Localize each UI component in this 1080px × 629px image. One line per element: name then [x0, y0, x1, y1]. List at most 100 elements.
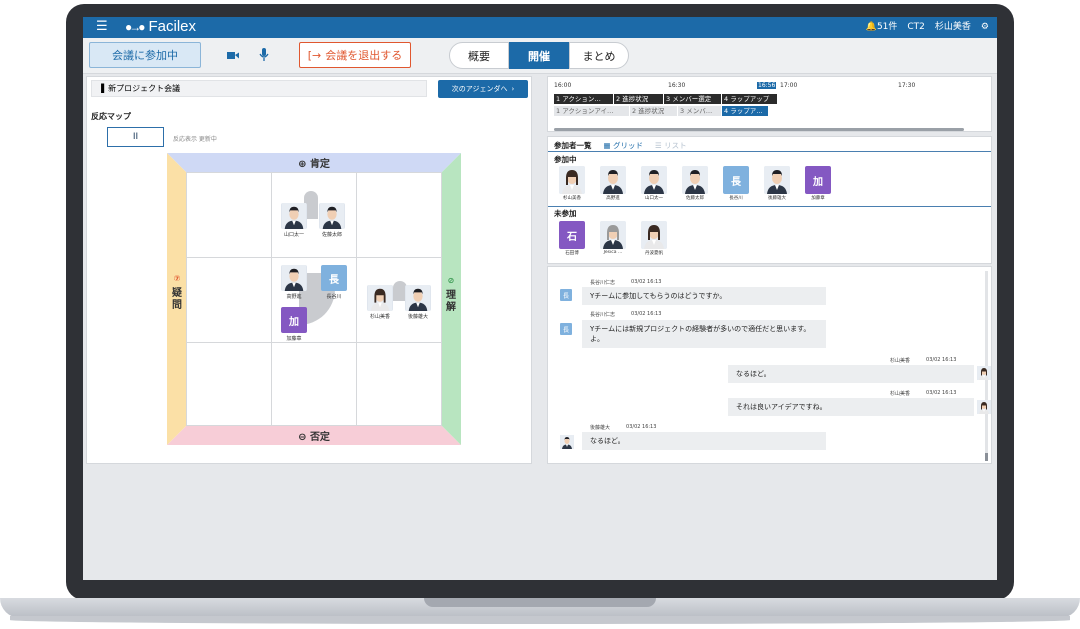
timeline-actual-row: 1 アクション… 2 進捗状況 3 メンバー選定 4 ラップアップ	[554, 94, 778, 104]
avatar-sato[interactable]	[319, 203, 345, 229]
hamburger-menu-icon[interactable]: ☰	[96, 20, 108, 34]
participant-avatar	[559, 166, 585, 194]
affirm-label: ⊕ 肯定	[167, 155, 461, 170]
video-camera-icon[interactable]	[226, 48, 240, 62]
participant-item[interactable]: 石石田博	[558, 221, 586, 256]
message-author: 長谷川仁志	[590, 280, 616, 286]
timeline-item[interactable]: 2 進捗状況	[614, 94, 664, 104]
participant-name: 石田博	[565, 251, 579, 256]
top-right-status: 🔔51件 CT2 杉山美香 ⚙	[866, 21, 989, 34]
participants-title: 参加者一覧	[554, 141, 592, 150]
participant-item[interactable]: Jesica …	[599, 221, 627, 256]
participants-header: 参加者一覧 ▦ グリッド ☰ リスト	[554, 140, 687, 151]
grid-line	[187, 257, 441, 258]
leave-meeting-button[interactable]: [→ 会議を退出する	[299, 42, 411, 68]
participant-item[interactable]: 杉山美香	[558, 166, 586, 201]
timeline-item[interactable]: 1 アクションアイ…	[554, 106, 630, 116]
grid-view-label: グリッド	[612, 141, 643, 150]
participant-name: 加藤章	[811, 196, 825, 201]
reaction-status: 反応表示 更新中	[173, 136, 217, 143]
participant-name: 長谷川	[729, 196, 743, 201]
avatar-yamaguchi[interactable]	[281, 203, 307, 229]
participant-avatar: 石	[559, 221, 585, 249]
time-tick: 17:00	[780, 82, 798, 89]
participant-name: Jesica …	[603, 250, 623, 255]
negate-text: 否定	[309, 432, 330, 443]
timeline-item[interactable]: 3 メンバー選定	[664, 94, 722, 104]
avatar-hasegawa[interactable]: 長	[321, 265, 347, 291]
list-view-label: リスト	[664, 141, 687, 150]
join-meeting-button[interactable]: 会議に参加中	[89, 42, 201, 68]
avatar-name-takano: 高野進	[286, 294, 302, 300]
timeline-scrollbar[interactable]	[554, 128, 964, 131]
participant-item[interactable]: 後藤雄大	[763, 166, 791, 201]
message-time: 03/02 16:13	[926, 357, 957, 363]
participant-item[interactable]: 長長谷川	[722, 166, 750, 201]
timeline-item[interactable]: 3 メンバ…	[678, 106, 722, 116]
next-agenda-button[interactable]: 次のアジェンダへ ›	[438, 80, 528, 98]
current-time-marker: 16:56	[757, 82, 777, 89]
user-name[interactable]: 杉山美香	[935, 21, 971, 34]
reaction-panel: ▐ 新プロジェクト会議 次のアジェンダへ › 反応マップ II 反応表示 更新中…	[86, 76, 532, 464]
time-tick: 16:00	[554, 82, 572, 89]
participant-item[interactable]: 佐藤太郎	[681, 166, 709, 201]
participant-name: 佐藤太郎	[686, 196, 704, 201]
message-author: 杉山美香	[890, 391, 911, 397]
timeline-item[interactable]: 4 ラップアップ	[722, 94, 778, 104]
avatar-name-sugiyama: 杉山美香	[369, 314, 390, 320]
participant-avatar: 加	[805, 166, 831, 194]
tab-summary[interactable]: まとめ	[569, 42, 629, 69]
message-bubble: それは良いアイデアですね。	[728, 398, 974, 416]
message-avatar: 長	[560, 289, 572, 301]
participant-item[interactable]: 高野進	[599, 166, 627, 201]
participant-avatar	[764, 166, 790, 194]
message-avatar	[977, 400, 991, 414]
chat-scroll-thumb[interactable]	[985, 453, 988, 461]
meeting-title: 新プロジェクト会議	[108, 84, 181, 93]
understand-char-2: 解	[446, 302, 456, 313]
absent-list: 石石田博 Jesica … 丹波夏帆	[558, 221, 668, 256]
grid-view-toggle[interactable]: ▦ グリッド	[604, 140, 643, 151]
bell-icon: 🔔	[865, 22, 877, 32]
avatar-takano[interactable]	[281, 265, 307, 291]
avatar-name-kato: 加藤章	[286, 336, 302, 342]
reaction-grid: 山口太一 佐藤太郎 長 高野進 長谷川 加 加藤章 杉山美香 後藤雄大	[186, 172, 442, 426]
list-view-toggle[interactable]: ☰ リスト	[655, 140, 687, 151]
participant-item[interactable]: 丹波夏帆	[640, 221, 668, 256]
question-label: ⑦ 疑 問	[170, 273, 184, 312]
participant-avatar	[600, 221, 626, 249]
grid-line	[271, 173, 272, 425]
gear-icon[interactable]: ⚙	[981, 21, 989, 34]
notification-indicator[interactable]: 🔔51件	[866, 21, 898, 34]
exit-icon: [→	[307, 48, 322, 62]
avatar-name-goto: 後藤雄大	[407, 314, 428, 320]
message-meta: 杉山美香 03/02 16:13	[890, 390, 956, 397]
next-agenda-label: 次のアジェンダへ	[451, 85, 508, 93]
participant-item[interactable]: 山口太一	[640, 166, 668, 201]
reaction-matrix: ⊕ 肯定 ⊖ 否定 ⑦ 疑 問 ⊘ 理 解 山口太一 佐藤太郎 長 高野進 長谷…	[167, 153, 461, 445]
laptop-frame: ☰ ●→● Facilex 🔔51件 CT2 杉山美香 ⚙ 会議に参加中 [→ …	[0, 0, 1080, 629]
grid-line	[187, 342, 441, 343]
timeline-item[interactable]: 2 進捗状況	[630, 106, 678, 116]
timeline-item[interactable]: 1 アクション…	[554, 94, 614, 104]
pause-button[interactable]: II	[107, 127, 164, 147]
question-char-2: 問	[172, 300, 182, 311]
chat-panel[interactable]: 長谷川仁志 03/02 16:13 長 Yチームに参加してもらうのはどうですか。…	[547, 266, 992, 464]
tab-in-session[interactable]: 開催	[509, 42, 569, 69]
participant-item[interactable]: 加加藤章	[804, 166, 832, 201]
tab-overview[interactable]: 概要	[449, 42, 509, 69]
avatar-name-sato: 佐藤太郎	[321, 232, 342, 238]
affirm-text: 肯定	[309, 159, 330, 170]
avatar-goto[interactable]	[405, 285, 431, 311]
avatar-kato[interactable]: 加	[281, 307, 307, 333]
microphone-icon[interactable]	[257, 47, 271, 63]
check-circle-icon: ⊘	[447, 276, 455, 285]
plus-circle-icon: ⊕	[298, 159, 307, 170]
timeline-item-current[interactable]: 4 ラップア…	[722, 106, 768, 116]
participant-name: 杉山美香	[563, 196, 581, 201]
avatar-sugiyama[interactable]	[367, 285, 393, 311]
participant-avatar	[682, 166, 708, 194]
room-label[interactable]: CT2	[907, 21, 925, 34]
absent-label: 未参加	[554, 209, 577, 218]
app-logo[interactable]: ●→● Facilex	[125, 18, 196, 35]
